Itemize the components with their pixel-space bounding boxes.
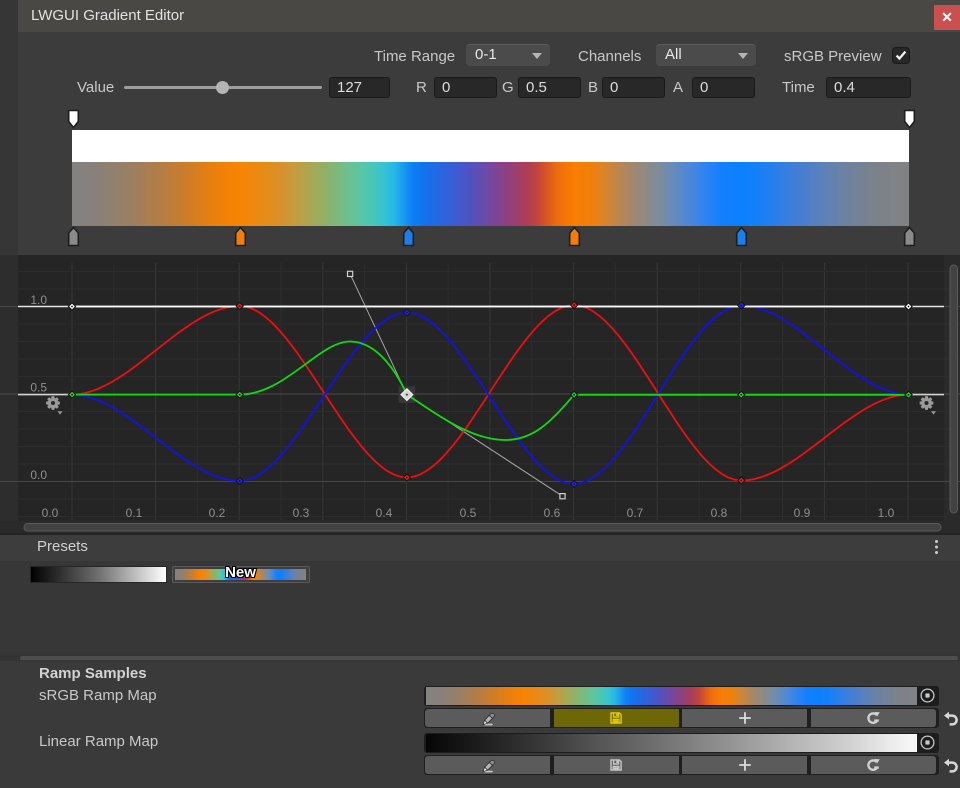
svg-text:0.5: 0.5	[30, 381, 47, 395]
svg-text:0.0: 0.0	[42, 506, 59, 520]
svg-text:1.0: 1.0	[30, 293, 47, 307]
svg-text:0.6: 0.6	[544, 506, 561, 520]
svg-text:0.1: 0.1	[126, 506, 143, 520]
svg-text:0.8: 0.8	[711, 506, 728, 520]
svg-text:0.5: 0.5	[460, 506, 477, 520]
svg-text:0.7: 0.7	[627, 506, 644, 520]
svg-text:0.9: 0.9	[794, 506, 811, 520]
svg-text:0.4: 0.4	[376, 506, 393, 520]
svg-text:0.0: 0.0	[30, 468, 47, 482]
svg-text:1.0: 1.0	[878, 506, 895, 520]
svg-text:0.2: 0.2	[209, 506, 226, 520]
svg-text:0.3: 0.3	[293, 506, 310, 520]
